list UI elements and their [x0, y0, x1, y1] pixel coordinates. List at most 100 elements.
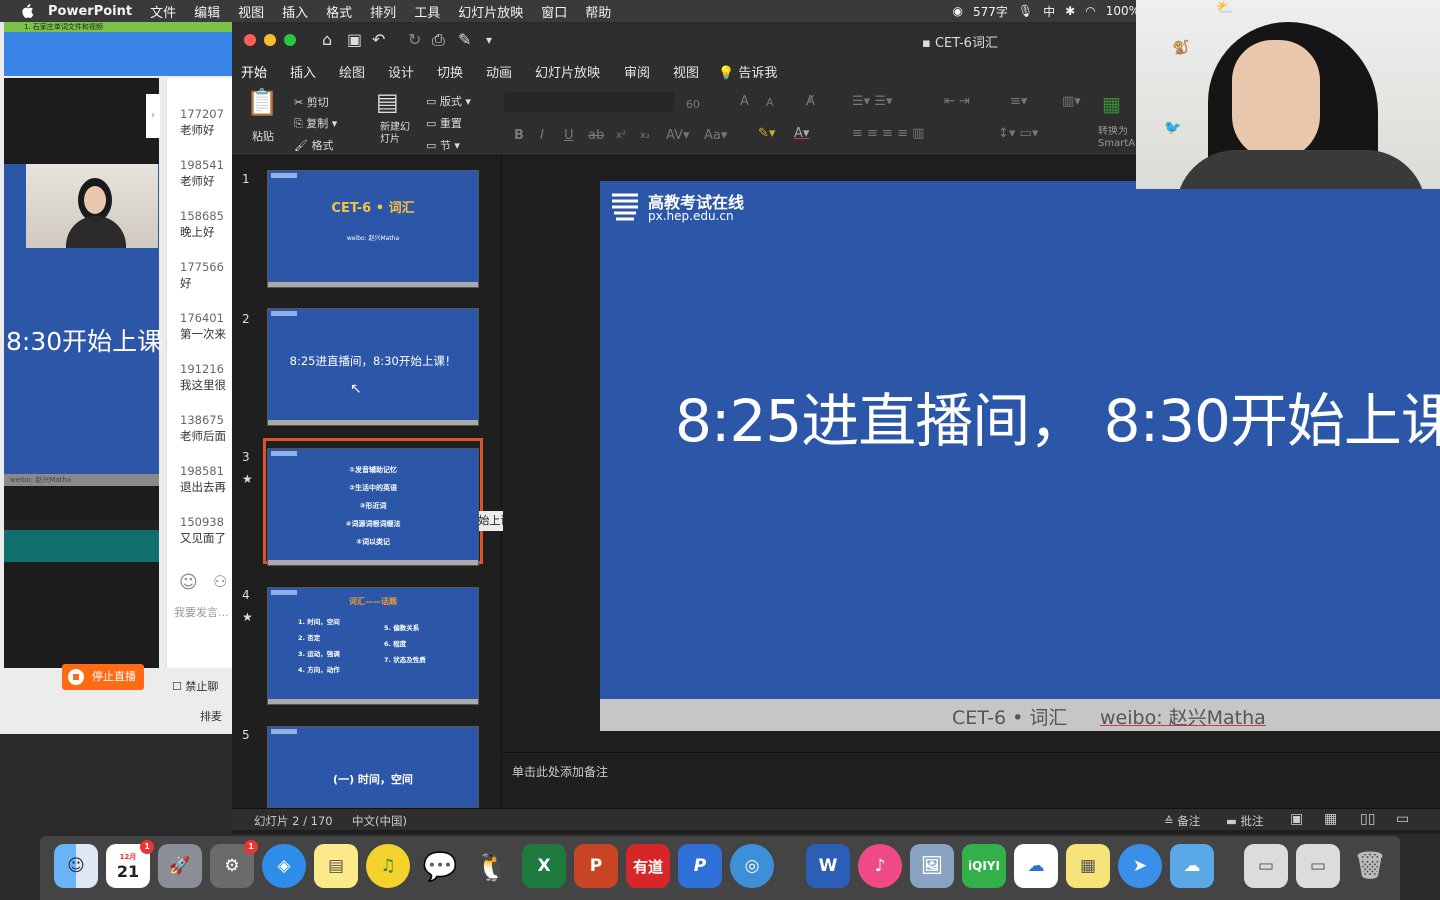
slide-sorter-icon[interactable]: ▦ [1324, 811, 1337, 827]
tab-transitions[interactable]: 切换 [437, 62, 463, 81]
bluetooth-icon[interactable]: ✱ [1065, 4, 1075, 18]
iqiyi-icon[interactable]: iQIYI [962, 844, 1006, 888]
strikethrough-icon[interactable]: ab [588, 128, 604, 143]
tab-view[interactable]: 视图 [673, 62, 699, 81]
current-slide[interactable]: 高教考试在线 px.hep.edu.cn 8:25进直播间， 8:30开始上课 … [600, 181, 1440, 731]
notes-toggle-button[interactable]: ≙ 备注 [1164, 813, 1200, 829]
apple-icon[interactable] [20, 4, 34, 18]
emoji-icon[interactable]: ☺ [179, 572, 198, 593]
tab-home[interactable]: 开始 [241, 62, 268, 86]
slide-thumbnail-1[interactable]: CET-6 • 词汇 weibo: 赵兴Matha [267, 170, 479, 288]
smartart-icon[interactable]: ▦ [1102, 92, 1121, 116]
tab-animations[interactable]: 动画 [486, 62, 512, 81]
chat-input[interactable]: 我要发言... [174, 604, 229, 620]
tab-tell-me[interactable]: 💡 告诉我 [718, 62, 777, 81]
menu-edit[interactable]: 编辑 [194, 2, 220, 21]
bullets-icon[interactable]: ☰▾ ☰▾ [852, 94, 893, 109]
finder-icon[interactable]: ☺ [54, 844, 98, 888]
indent-icon[interactable]: ⇤ ⇥ [944, 94, 970, 109]
window-thumbnail-icon[interactable]: ▭ [1244, 844, 1288, 888]
normal-view-icon[interactable]: ▣ [1290, 811, 1303, 827]
notes-pane[interactable]: 单击此处添加备注 [503, 752, 1440, 808]
decrease-font-icon[interactable]: A [766, 96, 774, 109]
preview-icon[interactable]: 🖼 [910, 844, 954, 888]
underline-icon[interactable]: U [564, 128, 574, 143]
format-painter-button[interactable]: 🖌 格式 [294, 137, 333, 153]
ban-chat-checkbox[interactable]: ☐ 禁止聊 [172, 678, 218, 694]
convert-smartart-button[interactable]: 转换为SmartArt [1098, 126, 1138, 150]
font-size-dropdown[interactable]: 60 [686, 98, 700, 111]
menu-arrange[interactable]: 排列 [370, 2, 396, 21]
user-icon[interactable]: ⚇ [213, 572, 227, 591]
slide-thumbnail-4[interactable]: 词汇——话题 1. 时间，空间 2. 否定 3. 运动，强调 4. 方向，动作 5. … [267, 587, 479, 705]
network-icon[interactable]: ◎ [730, 844, 774, 888]
safari-icon[interactable]: ◈ [262, 844, 306, 888]
menu-insert[interactable]: 插入 [282, 2, 308, 21]
language-indicator[interactable]: 中文(中国) [352, 813, 407, 829]
menu-tools[interactable]: 工具 [414, 2, 440, 21]
feishu-icon[interactable]: ➤ [1118, 844, 1162, 888]
menu-window[interactable]: 窗口 [541, 2, 567, 21]
columns-icon[interactable]: ▥▾ [1062, 94, 1081, 109]
menubar-app-name[interactable]: PowerPoint [48, 4, 132, 19]
menu-file[interactable]: 文件 [150, 2, 176, 21]
line-spacing-icon[interactable]: ≡▾ [1010, 94, 1027, 109]
save-icon[interactable]: ▣ [347, 30, 362, 49]
system-preferences-icon[interactable]: ⚙ 1 [210, 840, 258, 888]
print-icon[interactable]: ⎙ [432, 30, 445, 50]
tab-slideshow[interactable]: 幻灯片放映 [535, 62, 600, 81]
microphone-icon[interactable]: 🎙 [1018, 4, 1033, 18]
calendar-icon[interactable]: 12月 21 1 [106, 840, 154, 888]
tab-review[interactable]: 审阅 [624, 62, 650, 81]
itunes-icon[interactable]: ♪ [858, 844, 902, 888]
close-window-button[interactable] [244, 34, 256, 46]
comments-toggle-button[interactable]: ▬ 批注 [1226, 813, 1264, 829]
wifi-icon[interactable]: ◠ [1085, 4, 1095, 18]
undo-icon[interactable]: ↶ [372, 30, 385, 49]
reset-button[interactable]: ▭ 重置 [426, 115, 462, 131]
trash-icon[interactable]: 🗑 [1348, 844, 1392, 888]
bold-icon[interactable]: B [514, 128, 524, 143]
menu-slideshow[interactable]: 幻灯片放映 [458, 2, 523, 21]
menu-format[interactable]: 格式 [326, 2, 352, 21]
music-note-icon[interactable]: ♫ [366, 844, 410, 888]
slideshow-view-icon[interactable]: ▭ [1396, 811, 1409, 827]
copy-button[interactable]: ⎘ 复制 ▾ [294, 115, 337, 131]
font-family-dropdown[interactable] [504, 92, 674, 112]
section-button[interactable]: ▭ 节 ▾ [426, 137, 460, 153]
increase-font-icon[interactable]: A [740, 94, 749, 109]
superscript-icon[interactable]: x² [616, 130, 626, 141]
collapse-arrow-icon[interactable]: › [146, 94, 160, 138]
reading-view-icon[interactable]: ▯▯ [1360, 811, 1375, 827]
wechat-icon[interactable]: 💬 [418, 844, 462, 888]
excel-icon[interactable]: X [522, 844, 566, 888]
cloud-icon[interactable]: ☁ [1170, 844, 1214, 888]
subscript-icon[interactable]: x₂ [640, 130, 650, 141]
zoom-window-button[interactable] [284, 34, 296, 46]
text-direction-icon[interactable]: ↕▾ ▭▾ [998, 126, 1038, 141]
input-method[interactable]: 中 [1043, 3, 1055, 20]
home-icon[interactable]: ⌂ [322, 30, 332, 49]
align-icons[interactable]: ≡ ≡ ≡ ≡ ▥ [852, 126, 924, 141]
stop-live-button[interactable]: 停止直播 [62, 664, 144, 690]
highlight-icon[interactable]: ✎▾ [758, 126, 775, 141]
qq-icon[interactable]: 🐧 [470, 844, 514, 888]
word-icon[interactable]: W [806, 844, 850, 888]
redo-icon[interactable]: ↻ [408, 30, 421, 49]
clear-format-icon[interactable]: A̸ [806, 94, 815, 109]
cut-button[interactable]: ✂ 剪切 [294, 94, 329, 110]
youdao-icon[interactable]: 有道 [626, 844, 670, 888]
paste-button[interactable]: 粘贴 [252, 128, 274, 144]
character-spacing-icon[interactable]: AV▾ [666, 128, 689, 143]
pp-icon[interactable]: P [678, 844, 722, 888]
paste-icon[interactable]: 📋 [246, 88, 278, 118]
tab-draw[interactable]: 绘图 [339, 62, 365, 81]
tab-insert[interactable]: 插入 [290, 62, 316, 81]
slide-thumbnail-3[interactable]: ①发音辅助记忆 ②生活中的英语 ③形近词 ④词源词根词缀法 ⑤词以类记 [267, 448, 479, 566]
baidu-netdisk-icon[interactable]: ☁ [1014, 844, 1058, 888]
tab-design[interactable]: 设计 [388, 62, 414, 81]
customize-toolbar-icon[interactable]: ▾ [486, 33, 492, 47]
status-circle-icon[interactable]: ◉ [953, 4, 963, 18]
launchpad-icon[interactable]: 🚀 [158, 844, 202, 888]
edit-icon[interactable]: ✎ [458, 30, 471, 49]
